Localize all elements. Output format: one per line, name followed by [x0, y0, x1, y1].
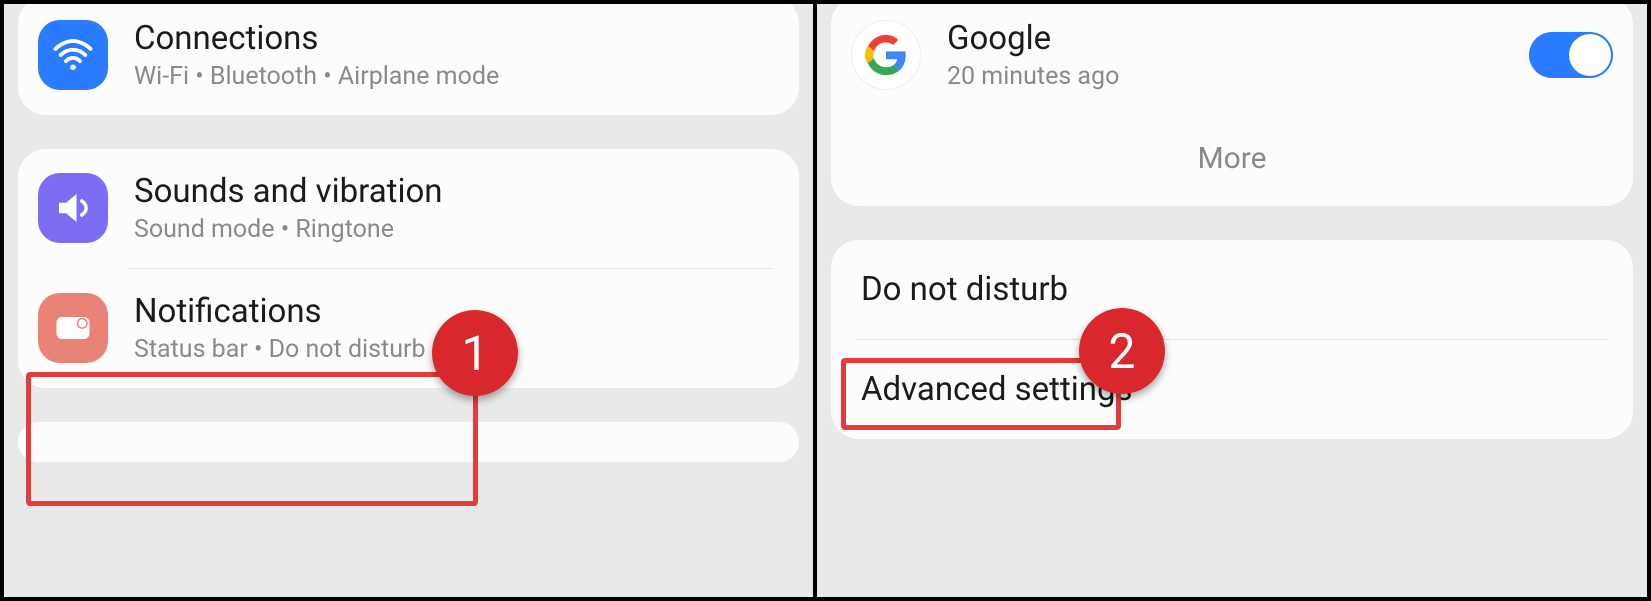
google-subtitle: 20 minutes ago: [947, 62, 1529, 91]
row-do-not-disturb[interactable]: Do not disturb: [831, 240, 1633, 339]
notifications-title: Notifications: [134, 293, 779, 331]
sounds-subtitle: Sound mode • Ringtone: [134, 215, 779, 244]
notifications-subtitle: Status bar • Do not disturb: [134, 335, 779, 364]
sounds-title: Sounds and vibration: [134, 173, 779, 211]
notifications-icon: [38, 293, 108, 363]
card-recent-apps: Google 20 minutes ago More: [831, 0, 1633, 206]
connections-subtitle: Wi-Fi • Bluetooth • Airplane mode: [134, 62, 779, 91]
settings-panel-step2: Google 20 minutes ago More Do not distur…: [817, 0, 1651, 601]
row-google-app[interactable]: Google 20 minutes ago: [831, 0, 1633, 115]
row-sounds[interactable]: Sounds and vibration Sound mode • Ringto…: [18, 149, 799, 268]
card-dnd-advanced: Do not disturb Advanced settings: [831, 240, 1633, 439]
google-title: Google: [947, 20, 1529, 58]
card-sounds-notifications: Sounds and vibration Sound mode • Ringto…: [18, 149, 799, 388]
row-notifications[interactable]: Notifications Status bar • Do not distur…: [18, 269, 799, 388]
more-button[interactable]: More: [831, 115, 1633, 206]
card-connections: Connections Wi-Fi • Bluetooth • Airplane…: [18, 0, 799, 115]
speaker-icon: [38, 173, 108, 243]
row-connections[interactable]: Connections Wi-Fi • Bluetooth • Airplane…: [18, 0, 799, 115]
google-notifications-toggle[interactable]: [1529, 32, 1613, 78]
connections-title: Connections: [134, 20, 779, 58]
row-advanced-settings[interactable]: Advanced settings: [831, 340, 1633, 439]
wifi-icon: [38, 20, 108, 90]
settings-panel-step1: Connections Wi-Fi • Bluetooth • Airplane…: [0, 0, 817, 601]
google-logo-icon: [851, 20, 921, 90]
